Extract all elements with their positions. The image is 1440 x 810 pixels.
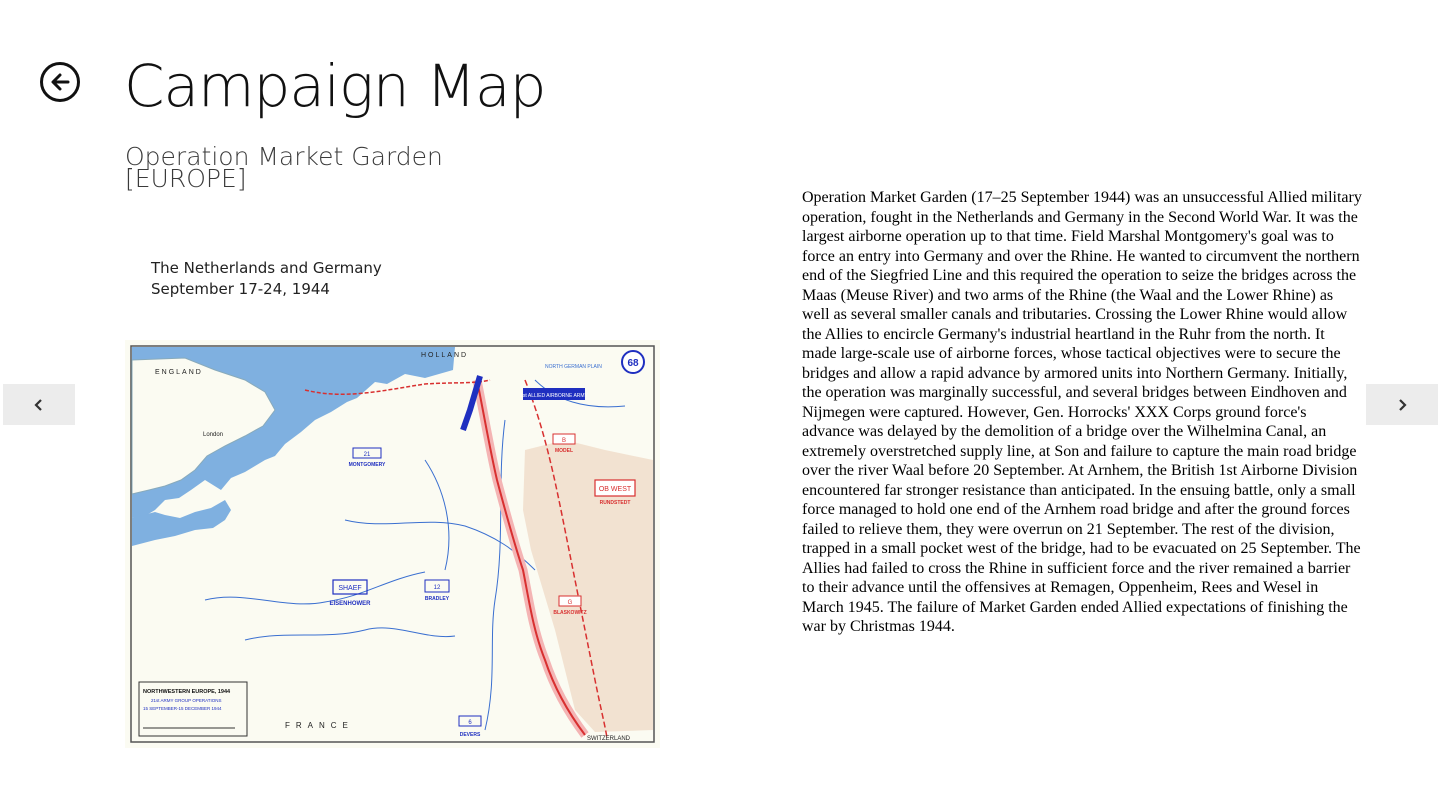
legend-title: NORTHWESTERN EUROPE, 1944 xyxy=(143,689,231,695)
caption-dates: September 17-24, 1944 xyxy=(151,280,330,298)
label-north-german-plain: NORTH GERMAN PLAIN xyxy=(545,364,602,370)
label-switzerland: SWITZERLAND xyxy=(587,736,631,742)
label-bradley: BRADLEY xyxy=(425,596,450,602)
previous-button[interactable] xyxy=(3,384,75,425)
campaign-map[interactable]: 1st ALLIED AIRBORNE ARMY ENGLAND London … xyxy=(125,340,660,748)
map-caption: The Netherlands and Germany September 17… xyxy=(151,258,382,300)
label-france: FRANCE xyxy=(285,721,354,730)
page-title: Campaign Map xyxy=(124,52,546,120)
chevron-right-icon xyxy=(1399,398,1407,411)
next-button[interactable] xyxy=(1366,384,1438,425)
back-arrow-icon xyxy=(51,73,70,91)
airborne-label: 1st ALLIED AIRBORNE ARMY xyxy=(520,393,588,399)
map-number: 68 xyxy=(627,358,639,369)
label-england: ENGLAND xyxy=(155,369,203,376)
legend-line2: 15 SEPTEMBER-15 DECEMBER 1944 xyxy=(143,706,222,711)
blaskowitz-num: G xyxy=(568,600,573,606)
legend-line1: 21st ARMY GROUP OPERATIONS xyxy=(151,698,222,703)
label-model: MODEL xyxy=(555,448,573,454)
back-button[interactable] xyxy=(40,62,80,102)
description-text: Operation Market Garden (17–25 September… xyxy=(802,189,1362,635)
label-devers: DEVERS xyxy=(460,732,481,738)
label-montgomery: MONTGOMERY xyxy=(349,462,386,468)
caption-place: The Netherlands and Germany xyxy=(151,259,382,277)
montgomery-num: 21 xyxy=(364,452,371,458)
ob-west: OB WEST xyxy=(599,486,632,493)
shaef: SHAEF xyxy=(338,585,361,592)
chevron-left-icon xyxy=(34,398,42,411)
label-eisenhower: EISENHOWER xyxy=(329,601,371,607)
model-num: B xyxy=(562,438,566,444)
label-rundstedt: RUNDSTEDT xyxy=(600,500,631,506)
subtitle-region: [EUROPE] xyxy=(125,164,247,193)
label-london: London xyxy=(203,432,223,438)
label-blaskowitz: BLASKOWITZ xyxy=(553,610,586,616)
label-holland: HOLLAND xyxy=(421,352,468,359)
subtitle: Operation Market Garden [EUROPE] xyxy=(125,144,443,193)
bradley-num: 12 xyxy=(434,585,441,591)
